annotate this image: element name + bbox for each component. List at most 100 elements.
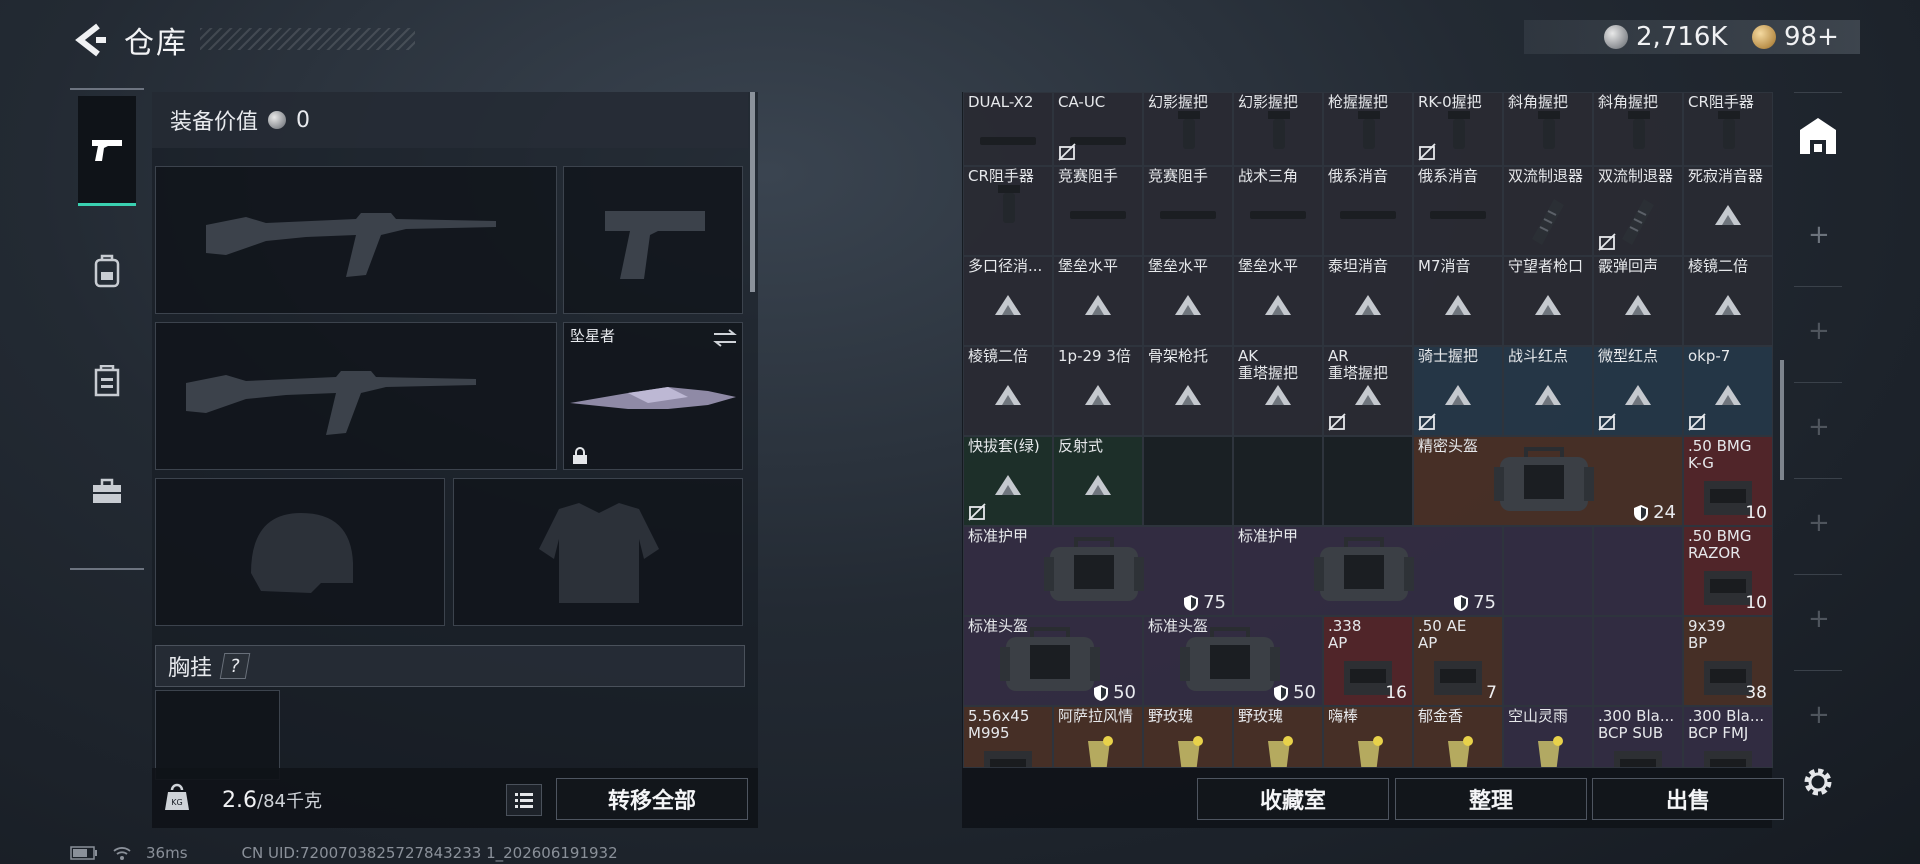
- muzzle-icon: [1070, 137, 1126, 145]
- inventory-slot[interactable]: 野玫瑰: [1143, 706, 1233, 768]
- inventory-item-large[interactable]: 标准头盔 50: [963, 616, 1143, 706]
- inventory-slot[interactable]: 幻影握把: [1143, 92, 1233, 166]
- left-scrollbar[interactable]: [750, 92, 755, 292]
- placeholder-item-icon: [1625, 384, 1651, 405]
- inventory-slot[interactable]: 死寂消音器: [1683, 166, 1773, 256]
- armor-bag-icon: [1180, 627, 1280, 691]
- inventory-slot[interactable]: 快拔套(绿): [963, 436, 1053, 526]
- inventory-slot[interactable]: 骨架枪托: [1143, 346, 1233, 436]
- inventory-slot[interactable]: 堡垒水平: [1053, 256, 1143, 346]
- empty-slot[interactable]: [1593, 616, 1683, 706]
- armor-slot[interactable]: [453, 478, 743, 626]
- primary-weapon-slot[interactable]: [155, 166, 557, 314]
- inventory-slot[interactable]: 野玫瑰: [1233, 706, 1323, 768]
- inventory-slot[interactable]: 幻影握把: [1233, 92, 1323, 166]
- chest-rig-slot[interactable]: [155, 690, 280, 780]
- inventory-slot[interactable]: AK 重塔握把: [1233, 346, 1323, 436]
- inventory-slot[interactable]: 泰坦消音: [1323, 256, 1413, 346]
- empty-slot[interactable]: [1143, 436, 1233, 526]
- empty-slot[interactable]: [1503, 616, 1593, 706]
- inventory-slot[interactable]: 阿萨拉风情: [1053, 706, 1143, 768]
- inventory-slot[interactable]: 棱镜二倍: [1683, 256, 1773, 346]
- transfer-all-button[interactable]: 转移全部: [556, 778, 748, 820]
- inventory-item[interactable]: .50 AE AP 7: [1413, 616, 1503, 706]
- help-button[interactable]: ?: [219, 653, 251, 679]
- pistol-slot[interactable]: [563, 166, 743, 314]
- inventory-item-large[interactable]: 标准护甲 75: [1233, 526, 1503, 616]
- inventory-slot[interactable]: 枪握握把: [1323, 92, 1413, 166]
- inventory-slot[interactable]: M7消音: [1413, 256, 1503, 346]
- inventory-slot[interactable]: 棱镜二倍: [963, 346, 1053, 436]
- empty-slot[interactable]: [1503, 526, 1593, 616]
- weight-readout: 2.6/84千克: [222, 787, 322, 813]
- swap-icon[interactable]: [712, 329, 738, 347]
- inventory-slot[interactable]: 俄系消音: [1323, 166, 1413, 256]
- silver-currency[interactable]: 2,716K: [1604, 22, 1727, 52]
- inventory-item-large[interactable]: 精密头盔 24: [1413, 436, 1683, 526]
- back-button[interactable]: [70, 20, 110, 60]
- inventory-item[interactable]: .50 BMG RAZOR 10: [1683, 526, 1773, 616]
- inventory-slot[interactable]: 5.56x45 M995: [963, 706, 1053, 768]
- inventory-slot[interactable]: okp-7: [1683, 346, 1773, 436]
- inventory-slot[interactable]: 俄系消音: [1413, 166, 1503, 256]
- inventory-slot[interactable]: 双流制退器: [1503, 166, 1593, 256]
- nav-weapons[interactable]: [78, 96, 136, 206]
- inventory-slot[interactable]: CR阻手器: [1683, 92, 1773, 166]
- armor-bag-icon: [1314, 537, 1414, 601]
- storage-scrollbar[interactable]: [1780, 360, 1784, 480]
- inventory-slot[interactable]: 郁金香: [1413, 706, 1503, 768]
- storage-tab-main[interactable]: [1794, 112, 1842, 160]
- inventory-item[interactable]: .338 AP 16: [1323, 616, 1413, 706]
- gold-currency[interactable]: 98+: [1752, 22, 1839, 52]
- collection-room-button[interactable]: 收藏室: [1197, 778, 1389, 820]
- inventory-slot[interactable]: 霰弹回声: [1593, 256, 1683, 346]
- inventory-item-large[interactable]: 标准头盔 50: [1143, 616, 1323, 706]
- inventory-slot[interactable]: DUAL-X2: [963, 92, 1053, 166]
- inventory-slot[interactable]: 骑士握把: [1413, 346, 1503, 436]
- empty-slot[interactable]: [1593, 526, 1683, 616]
- inventory-slot[interactable]: CR阻手器: [963, 166, 1053, 256]
- placeholder-item-icon: [1085, 384, 1111, 405]
- inventory-slot[interactable]: 1p-29 3倍: [1053, 346, 1143, 436]
- nav-toolbox[interactable]: [78, 436, 136, 546]
- inventory-slot[interactable]: 战术三角: [1233, 166, 1323, 256]
- inventory-slot[interactable]: .300 Bla... BCP SUB: [1593, 706, 1683, 768]
- inventory-slot[interactable]: 嗨棒: [1323, 706, 1413, 768]
- inventory-slot[interactable]: 堡垒水平: [1143, 256, 1233, 346]
- equip-value-label: 装备价值: [170, 110, 259, 135]
- inventory-item[interactable]: .50 BMG K-G 10: [1683, 436, 1773, 526]
- inventory-slot[interactable]: 空山灵雨: [1503, 706, 1593, 768]
- inventory-slot[interactable]: 微型红点: [1593, 346, 1683, 436]
- inventory-slot[interactable]: 斜角握把: [1503, 92, 1593, 166]
- sell-button[interactable]: 出售: [1592, 778, 1784, 820]
- inventory-slot[interactable]: 竞赛阻手: [1143, 166, 1233, 256]
- inventory-item[interactable]: 9x39 BP 38: [1683, 616, 1773, 706]
- inventory-slot[interactable]: .300 Bla... BCP FMJ: [1683, 706, 1773, 768]
- empty-slot[interactable]: [1323, 436, 1413, 526]
- list-view-button[interactable]: [506, 784, 542, 816]
- inventory-slot[interactable]: RK-0握把: [1413, 92, 1503, 166]
- item-name: 棱镜二倍: [968, 347, 1029, 365]
- inventory-slot[interactable]: 反射式: [1053, 436, 1143, 526]
- item-name: 棱镜二倍: [1688, 257, 1749, 275]
- settings-button[interactable]: [1800, 764, 1836, 800]
- helmet-slot[interactable]: [155, 478, 445, 626]
- melee-slot[interactable]: 坠星者: [563, 322, 743, 470]
- inventory-slot[interactable]: AR 重塔握把: [1323, 346, 1413, 436]
- secondary-weapon-slot[interactable]: [155, 322, 557, 470]
- inventory-slot[interactable]: 战斗红点: [1503, 346, 1593, 436]
- sort-button[interactable]: 整理: [1395, 778, 1587, 820]
- inventory-slot[interactable]: 多口径消...: [963, 256, 1053, 346]
- inventory-slot[interactable]: 斜角握把: [1593, 92, 1683, 166]
- inventory-slot[interactable]: CA-UC: [1053, 92, 1143, 166]
- nav-backpack[interactable]: [78, 216, 136, 326]
- nav-vest[interactable]: [78, 326, 136, 436]
- empty-slot[interactable]: [1233, 436, 1323, 526]
- sidebar-divider: [1794, 670, 1842, 671]
- inventory-slot[interactable]: 竞赛阻手: [1053, 166, 1143, 256]
- inventory-slot[interactable]: 堡垒水平: [1233, 256, 1323, 346]
- inventory-slot[interactable]: 守望者枪口: [1503, 256, 1593, 346]
- add-storage-button[interactable]: +: [1808, 220, 1830, 250]
- inventory-slot[interactable]: 双流制退器: [1593, 166, 1683, 256]
- inventory-item-large[interactable]: 标准护甲 75: [963, 526, 1233, 616]
